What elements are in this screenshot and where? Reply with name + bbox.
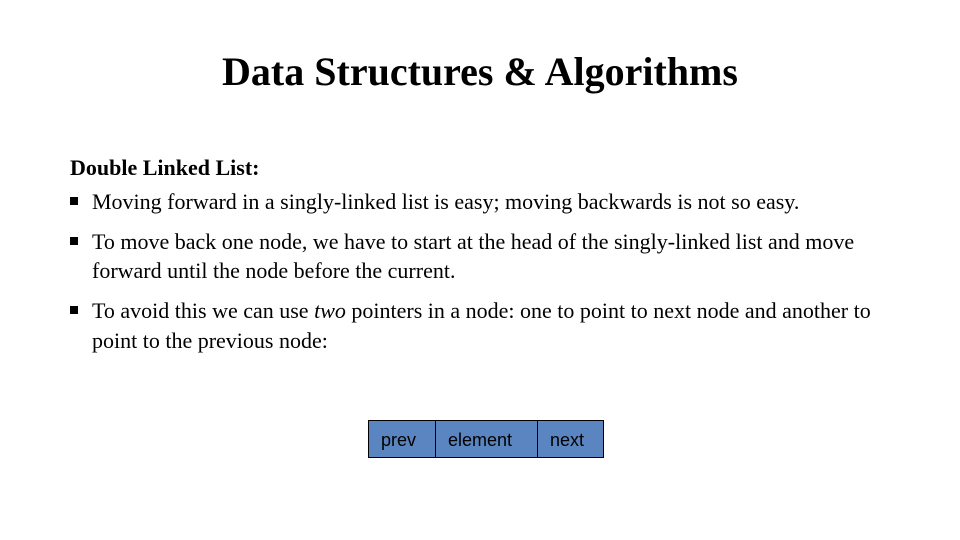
bullet-em: two bbox=[314, 298, 346, 323]
bullet-item: To avoid this we can use two pointers in… bbox=[70, 296, 890, 355]
bullet-item: To move back one node, we have to start … bbox=[70, 227, 890, 286]
node-cell-element: element bbox=[436, 420, 538, 458]
node-diagram: prev element next bbox=[368, 420, 604, 458]
bullet-list: Moving forward in a singly-linked list i… bbox=[70, 187, 890, 355]
slide-title: Data Structures & Algorithms bbox=[0, 48, 960, 95]
node-cell-next: next bbox=[538, 420, 604, 458]
node-cell-prev: prev bbox=[368, 420, 436, 458]
bullet-text: To avoid this we can use bbox=[92, 298, 314, 323]
bullet-text: To move back one node, we have to start … bbox=[92, 229, 854, 284]
bullet-text: Moving forward in a singly-linked list i… bbox=[92, 189, 799, 214]
section-heading: Double Linked List: bbox=[70, 155, 890, 181]
bullet-item: Moving forward in a singly-linked list i… bbox=[70, 187, 890, 217]
slide-content: Double Linked List: Moving forward in a … bbox=[70, 155, 890, 365]
slide: Data Structures & Algorithms Double Link… bbox=[0, 0, 960, 540]
